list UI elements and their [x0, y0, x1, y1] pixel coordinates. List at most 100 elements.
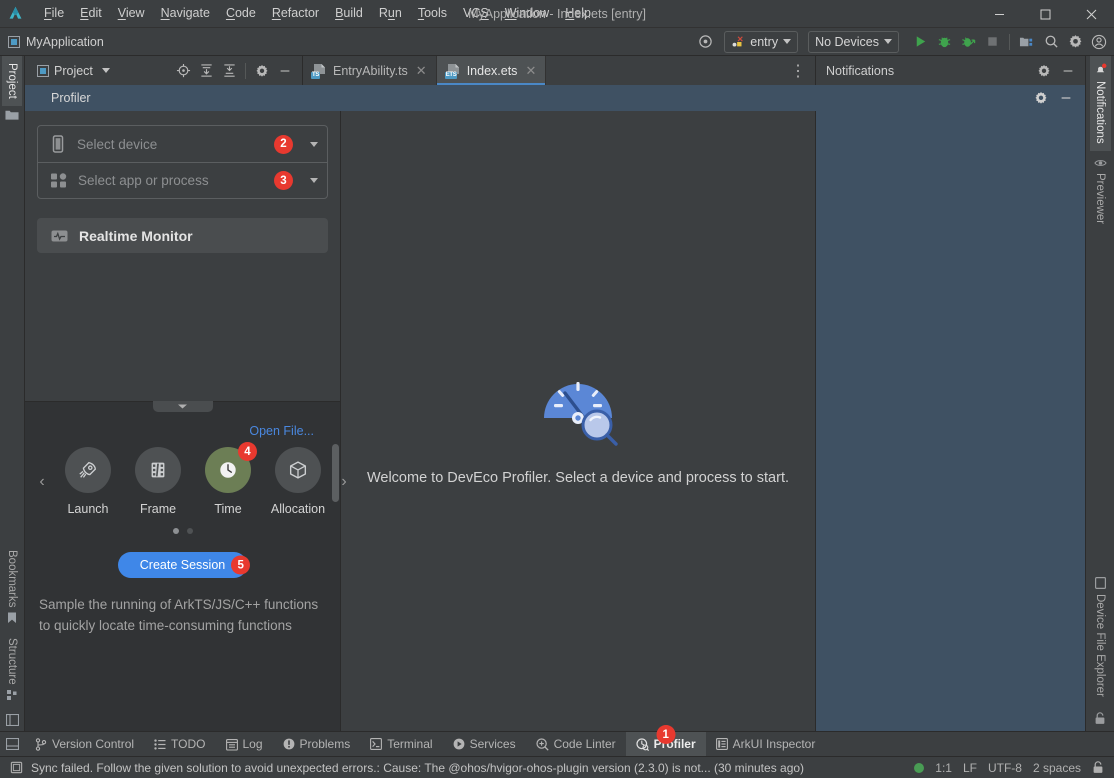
tab-strip: Project TS EntryAbility.ts ✕ ETS Index.e… [25, 56, 1085, 85]
terminal-icon [370, 738, 383, 750]
select-process-row[interactable]: Select app or process 3 [38, 162, 327, 198]
stop-button[interactable] [981, 31, 1003, 53]
session-type-label: Frame [139, 502, 177, 516]
gear-icon[interactable] [1030, 87, 1052, 109]
tool-window-todo[interactable]: TODO [144, 732, 215, 756]
sidebar-item-device-file-explorer[interactable]: Device File Explorer [1090, 570, 1110, 704]
tab-entryability[interactable]: TS EntryAbility.ts ✕ [303, 56, 437, 85]
device-file-icon [1094, 577, 1106, 590]
menu-build[interactable]: Build [327, 3, 371, 24]
eye-icon [1093, 158, 1107, 168]
close-icon[interactable]: ✕ [416, 64, 427, 77]
session-type-launch[interactable]: Launch [53, 447, 123, 516]
typescript-file-icon: TS [311, 63, 327, 79]
tool-window-label: Version Control [52, 737, 135, 751]
sidebar-item-structure[interactable]: Structure [2, 631, 22, 708]
settings-sync-icon[interactable] [694, 31, 716, 53]
inspector-icon [715, 738, 728, 750]
sidebar-item-previewer[interactable]: Previewer [1090, 151, 1111, 231]
minimize-button[interactable] [976, 0, 1022, 28]
hide-panel-icon[interactable] [1055, 87, 1077, 109]
realtime-monitor-button[interactable]: Realtime Monitor [37, 218, 328, 253]
tool-window-problems[interactable]: Problems [273, 732, 361, 756]
indent-setting[interactable]: 2 spaces [1033, 761, 1081, 775]
breadcrumb-project[interactable]: MyApplication [8, 35, 104, 49]
tab-index-ets[interactable]: ETS Index.ets ✕ [436, 56, 547, 85]
tool-window-profiler[interactable]: 1 Profiler [625, 725, 706, 756]
menu-run[interactable]: Run [371, 3, 410, 24]
run-config-label: entry [750, 34, 779, 49]
tool-window-label: TODO [171, 737, 206, 751]
device-manager-icon[interactable] [1016, 31, 1038, 53]
menu-navigate[interactable]: Navigate [153, 3, 218, 24]
collapse-handle[interactable] [152, 401, 213, 412]
services-icon [453, 738, 465, 750]
sidebar-item-bookmarks[interactable]: Bookmarks [2, 543, 22, 632]
tool-window-version-control[interactable]: Version Control [25, 732, 144, 756]
profiler-side-panel: Select device 2 Select app or process 3 [25, 111, 347, 731]
gear-icon[interactable] [1033, 60, 1055, 82]
debug-button[interactable] [933, 31, 955, 53]
notifications-panel-header: Notifications [815, 56, 1085, 85]
gear-icon[interactable] [1064, 31, 1086, 53]
notification-square-icon[interactable] [6, 761, 23, 774]
run-config-selector[interactable]: entry [724, 30, 799, 53]
locate-file-icon[interactable] [172, 60, 194, 82]
menu-edit[interactable]: Edit [72, 3, 110, 24]
carousel-prev-icon[interactable]: ‹ [31, 473, 53, 491]
monitor-pulse-icon [51, 229, 68, 243]
status-message[interactable]: Sync failed. Follow the given solution t… [31, 761, 804, 775]
side-panel-scrollbar[interactable] [332, 444, 339, 502]
lock-icon[interactable] [1094, 704, 1106, 731]
profile-debug-button[interactable] [957, 31, 979, 53]
menu-refactor[interactable]: Refactor [264, 3, 327, 24]
menu-tools[interactable]: Tools [410, 3, 455, 24]
search-icon[interactable] [1040, 31, 1062, 53]
chevron-down-icon[interactable] [310, 178, 318, 183]
tool-window-corner-icon[interactable] [0, 732, 25, 756]
close-icon[interactable]: ✕ [525, 64, 536, 77]
expand-all-icon[interactable] [195, 60, 217, 82]
chevron-down-icon[interactable] [310, 141, 318, 147]
rail-label-project: Project [6, 63, 18, 99]
maximize-button[interactable] [1022, 0, 1068, 28]
line-separator[interactable]: LF [963, 761, 977, 775]
run-button[interactable] [909, 31, 931, 53]
sidebar-item-notifications[interactable]: Notifications [1089, 56, 1111, 151]
collapse-all-icon[interactable] [218, 60, 240, 82]
menu-help[interactable]: Help [557, 3, 599, 24]
tool-window-terminal[interactable]: Terminal [360, 732, 442, 756]
tool-window-log[interactable]: Log [216, 732, 273, 756]
clock-icon [217, 459, 239, 481]
tool-window-services[interactable]: Services [443, 732, 526, 756]
select-device-row[interactable]: Select device 2 [38, 126, 327, 162]
menu-vcs[interactable]: VCS [455, 3, 497, 24]
session-type-allocation[interactable]: Allocation [263, 447, 333, 516]
lock-icon[interactable] [1092, 761, 1104, 774]
caret-position[interactable]: 1:1 [935, 761, 952, 775]
session-type-frame[interactable]: Frame [123, 447, 193, 516]
menu-window[interactable]: Window [497, 3, 557, 24]
sidebar-item-project[interactable]: Project [2, 56, 22, 106]
account-icon[interactable] [1088, 31, 1110, 53]
session-type-time[interactable]: 4 Time [193, 442, 263, 516]
chevron-down-icon[interactable] [101, 68, 110, 73]
menu-file[interactable]: File [36, 3, 72, 24]
tool-window-code-linter[interactable]: Code Linter [526, 732, 626, 756]
window-square-icon[interactable] [5, 708, 19, 731]
tool-window-arkui-inspector[interactable]: ArkUI Inspector [706, 732, 826, 756]
menu-view[interactable]: View [110, 3, 153, 24]
session-type-label: Launch [67, 502, 109, 516]
gear-icon[interactable] [251, 60, 273, 82]
device-selector[interactable]: No Devices [808, 30, 899, 53]
menu-code[interactable]: Code [218, 3, 264, 24]
hide-panel-icon[interactable] [274, 60, 296, 82]
app-logo [0, 0, 30, 28]
tab-overflow-icon[interactable]: ⋮ [787, 60, 809, 82]
device-selector-label: No Devices [815, 34, 879, 49]
create-session-button[interactable]: Create Session 5 [117, 552, 251, 578]
open-file-link[interactable]: Open File... [249, 424, 314, 438]
close-button[interactable] [1068, 0, 1114, 28]
hide-panel-icon[interactable] [1057, 60, 1079, 82]
file-encoding[interactable]: UTF-8 [988, 761, 1022, 775]
